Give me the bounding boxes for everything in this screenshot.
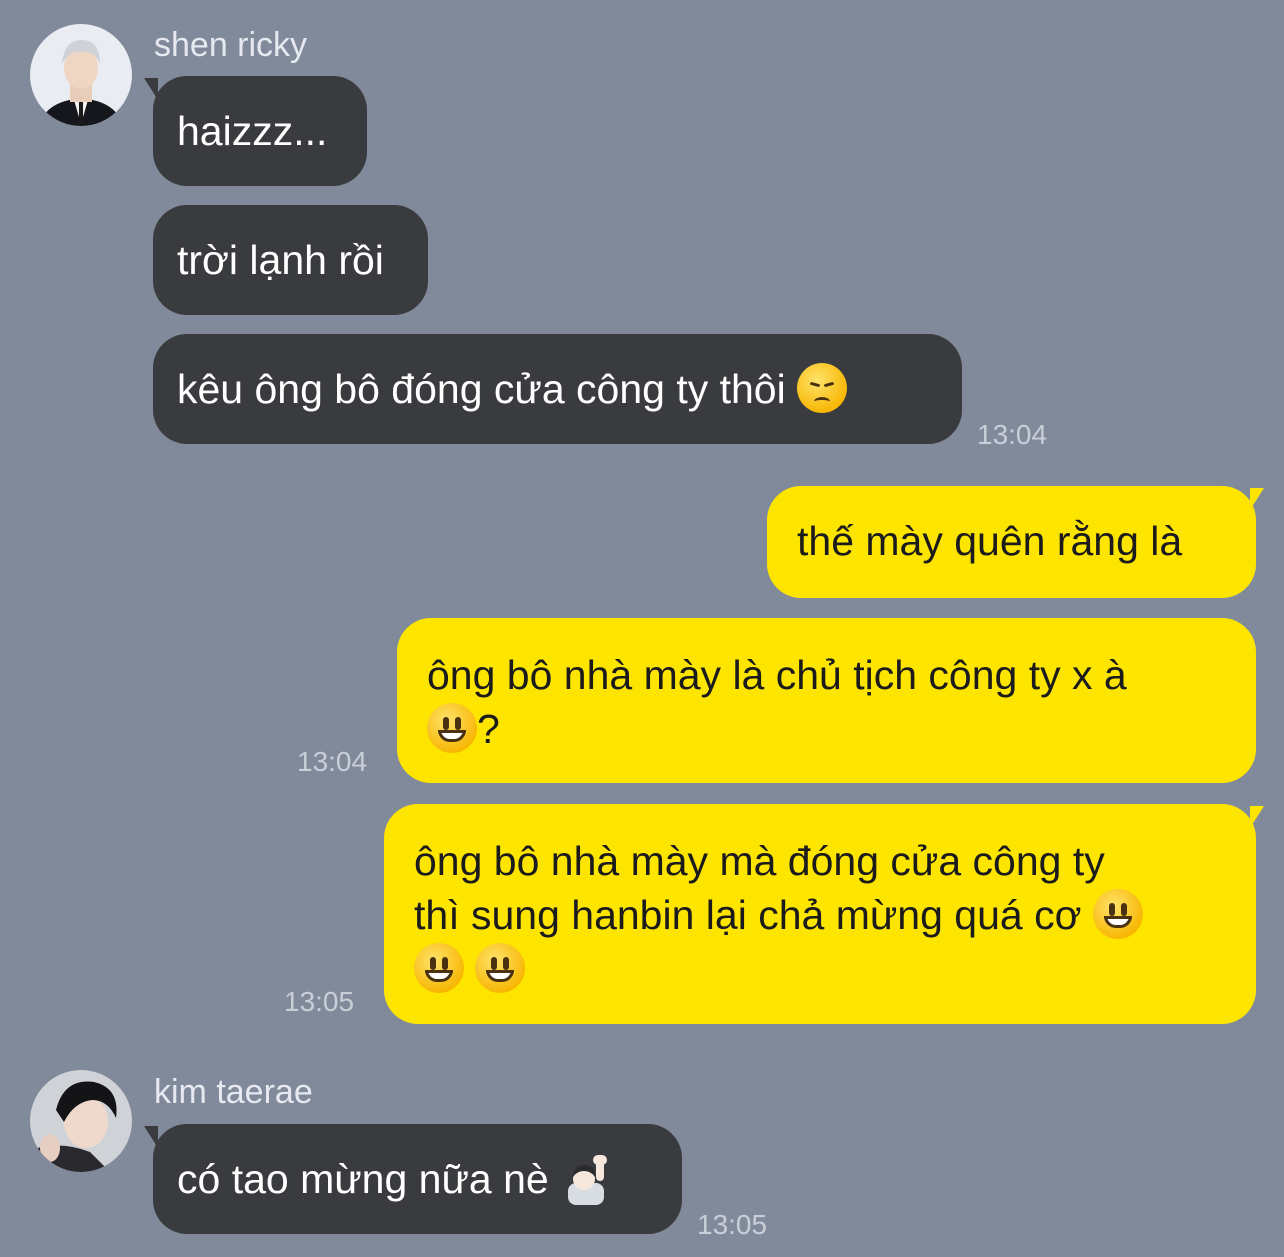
timestamp: 13:05 xyxy=(284,986,355,1017)
raising-hand-emoji xyxy=(560,1153,612,1205)
message-text: thế mày quên rằng là xyxy=(797,518,1183,564)
message-bubble[interactable]: thế mày quên rằng là xyxy=(767,486,1256,598)
pensive-face-emoji xyxy=(797,363,848,413)
sender-name: shen ricky xyxy=(154,26,308,64)
message-bubble[interactable]: haizzz... xyxy=(153,76,367,186)
timestamp: 13:04 xyxy=(297,746,368,777)
timestamp: 13:05 xyxy=(697,1209,768,1240)
message-bubble[interactable]: ông bô nhà mày là chủ tịch công ty x à ? xyxy=(397,618,1256,783)
grinning-face-emoji xyxy=(427,703,477,753)
message-line: thì sung hanbin lại chả mừng quá cơ xyxy=(414,888,1226,942)
avatar-kim-taerae[interactable] xyxy=(30,1070,132,1172)
message-bubble[interactable]: có tao mừng nữa nè xyxy=(153,1124,682,1234)
grinning-face-emoji xyxy=(475,943,526,993)
message-punctuation: ? xyxy=(477,706,500,752)
message-text: haizzz... xyxy=(177,108,328,154)
message-text: trời lạnh rồi xyxy=(177,237,384,283)
grinning-face-emoji xyxy=(1092,889,1143,939)
avatar-shen-ricky[interactable] xyxy=(30,24,132,126)
message-text: có tao mừng nữa nè xyxy=(177,1156,549,1202)
message-line: ? xyxy=(427,702,1226,756)
message-text: ông bô nhà mày mà đóng cửa công ty xyxy=(414,838,1105,884)
message-text: ông bô nhà mày là chủ tịch công ty x à xyxy=(427,652,1127,698)
message-text: thì sung hanbin lại chả mừng quá cơ xyxy=(414,892,1082,938)
sender-name: kim taerae xyxy=(154,1073,313,1111)
message-bubble[interactable]: kêu ông bô đóng cửa công ty thôi xyxy=(153,334,962,444)
message-line xyxy=(414,942,1226,996)
message-text: kêu ông bô đóng cửa công ty thôi xyxy=(177,366,786,412)
grinning-face-emoji xyxy=(414,943,464,993)
message-bubble[interactable]: trời lạnh rồi xyxy=(153,205,428,315)
timestamp: 13:04 xyxy=(977,419,1048,450)
message-bubble[interactable]: ông bô nhà mày mà đóng cửa công ty thì s… xyxy=(384,804,1256,1024)
